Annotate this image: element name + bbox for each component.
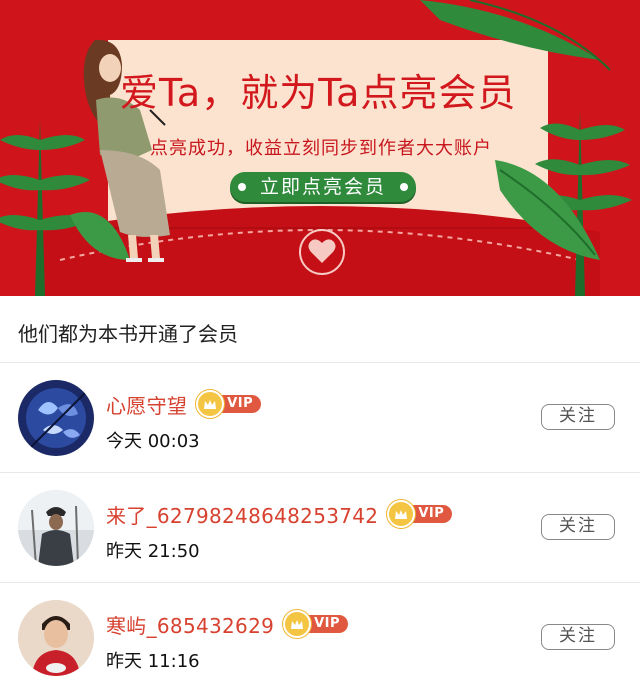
user-name[interactable]: 心愿守望 xyxy=(106,390,187,419)
crown-icon xyxy=(387,500,416,528)
follow-button[interactable]: 关注 xyxy=(541,514,615,540)
list-item[interactable]: 来了_62798248648253742 VIP 昨天 21:50 关注 xyxy=(0,474,640,582)
timestamp: 今天 00:03 xyxy=(106,431,200,452)
crown-icon xyxy=(196,390,225,418)
user-name-line: 来了_62798248648253742 VIP xyxy=(106,500,453,529)
user-name-line: 心愿守望 VIP xyxy=(106,390,262,419)
banner-title: 爱Ta，就为Ta点亮会员 xyxy=(120,71,517,115)
user-name[interactable]: 寒屿_685432629 xyxy=(106,610,274,639)
pirate-avatar-icon xyxy=(18,490,94,566)
avatar[interactable] xyxy=(18,490,94,566)
section-title: 他们都为本书开通了会员 xyxy=(18,322,238,346)
vip-badge: VIP xyxy=(196,390,262,418)
vip-badge: VIP xyxy=(387,500,453,528)
vip-badge: VIP xyxy=(283,610,349,638)
butterfly-avatar-icon xyxy=(18,380,94,456)
divider xyxy=(0,362,640,363)
crown-icon xyxy=(283,610,312,638)
follow-button[interactable]: 关注 xyxy=(541,404,615,430)
avatar[interactable] xyxy=(18,600,94,676)
person-avatar-icon xyxy=(18,600,94,676)
promo-banner[interactable]: 爱Ta，就为Ta点亮会员 点亮成功，收益立刻同步到作者大大账户 立即点亮会员 xyxy=(0,0,640,296)
user-name[interactable]: 来了_62798248648253742 xyxy=(106,500,378,529)
light-up-membership-button[interactable]: 立即点亮会员 xyxy=(230,172,416,202)
timestamp: 昨天 11:16 xyxy=(106,651,200,672)
follow-button[interactable]: 关注 xyxy=(541,624,615,650)
divider xyxy=(0,472,640,473)
avatar[interactable] xyxy=(18,380,94,456)
user-name-line: 寒屿_685432629 VIP xyxy=(106,610,349,639)
banner-subtitle: 点亮成功，收益立刻同步到作者大大账户 xyxy=(150,138,492,159)
list-item[interactable]: 心愿守望 VIP 今天 00:03 关注 xyxy=(0,364,640,472)
list-item[interactable]: 寒屿_685432629 VIP 昨天 11:16 关注 xyxy=(0,584,640,692)
timestamp: 昨天 21:50 xyxy=(106,541,200,562)
divider xyxy=(0,582,640,583)
